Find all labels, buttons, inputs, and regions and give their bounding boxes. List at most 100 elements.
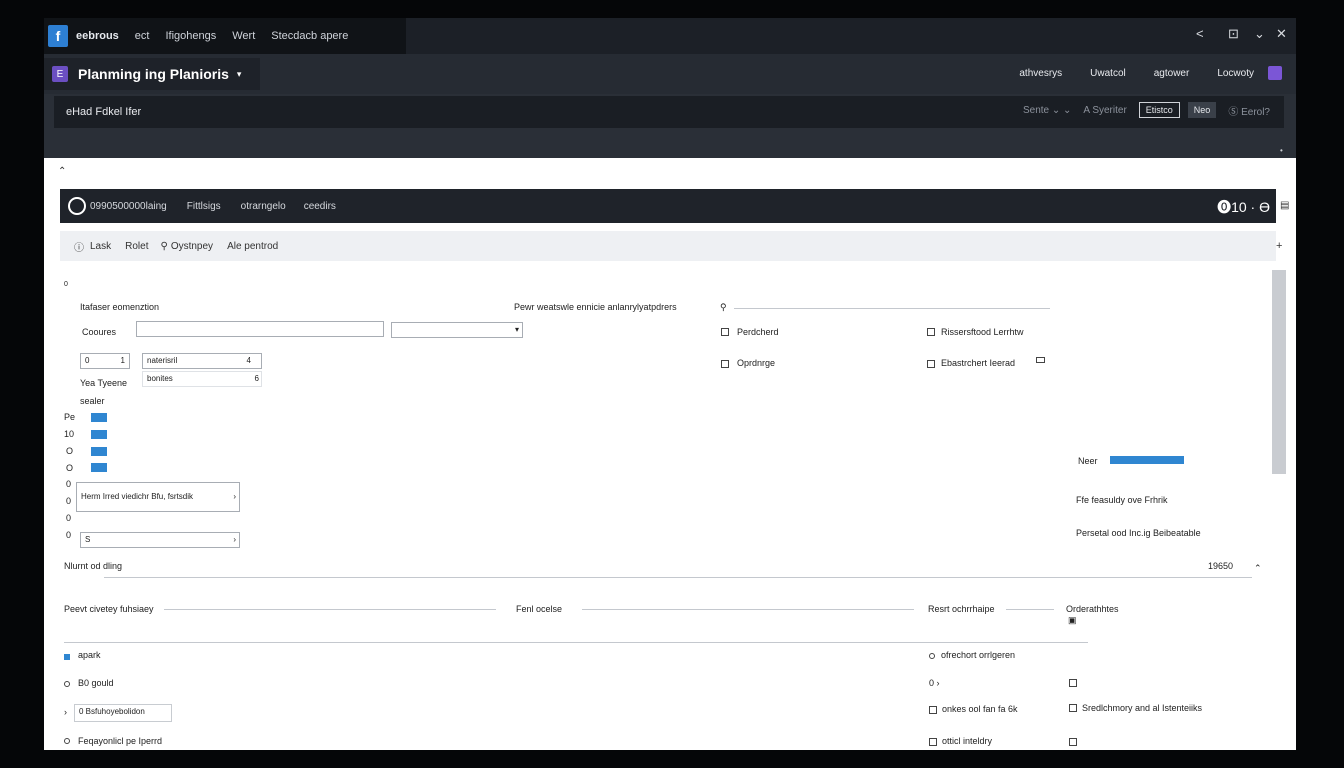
checkbox[interactable] xyxy=(929,738,937,746)
radio[interactable] xyxy=(64,738,70,744)
checkbox[interactable] xyxy=(721,360,729,368)
tab-wert[interactable]: Wert xyxy=(232,30,255,42)
checkbox[interactable] xyxy=(927,360,935,368)
tool-pentrod[interactable]: Ale pentrod xyxy=(227,241,278,252)
list-item: Sredlchmory and al Istenteiiks xyxy=(1082,703,1203,713)
divider xyxy=(734,308,1050,309)
counter-badge[interactable]: ⓿10 · Ɵ xyxy=(1217,197,1270,217)
chevron-down-icon[interactable]: ⌄ xyxy=(1254,26,1265,42)
divider xyxy=(582,609,914,610)
ye-label: Yea Tyeene xyxy=(80,378,128,388)
screen: f eebrous ect Ifigohengs Wert Stecdacb a… xyxy=(0,0,1344,768)
divider xyxy=(64,642,1088,643)
sub-header: eHad Fdkel Ifer Sente ⌄ ⌄ A Syeriter Eti… xyxy=(54,96,1284,128)
number-input[interactable]: 01 xyxy=(80,353,130,369)
tool-lask[interactable]: Lask xyxy=(90,241,111,252)
combo-input[interactable]: bonites 6 xyxy=(142,371,262,387)
radio[interactable] xyxy=(64,681,70,687)
project-bar: E Planming ing Planioris ▾ athvesrys Uwa… xyxy=(44,54,1296,94)
user-avatar-icon[interactable] xyxy=(1268,66,1282,80)
select-caret-icon: › xyxy=(233,492,236,501)
list-item: onkes ool fan fa 6k xyxy=(942,704,1018,714)
list-item: otticl inteldry xyxy=(942,736,993,746)
nav-link-uwatcol[interactable]: Uwatcol xyxy=(1090,68,1126,79)
row-label-2: O xyxy=(66,446,74,456)
close-icon[interactable]: ✕ xyxy=(1276,26,1287,42)
nav-link-agtower[interactable]: agtower xyxy=(1154,68,1190,79)
expand-up-icon[interactable]: ⌃ xyxy=(1254,563,1262,574)
add-icon[interactable]: + xyxy=(1276,240,1282,252)
db-item-fittlsigs[interactable]: Fittlsigs xyxy=(187,201,221,212)
tab-stecdacb[interactable]: Stecdacb apere xyxy=(271,30,348,42)
list-item-input[interactable]: 0 Bsfuhoyebolidon xyxy=(74,704,172,722)
restore-icon[interactable]: ⊡ xyxy=(1228,26,1239,42)
select-caret-icon: ▾ xyxy=(514,325,519,334)
collapse-up-icon[interactable]: ⌃ xyxy=(58,166,66,177)
panel-toggle-icon[interactable]: ▤ xyxy=(1280,200,1289,211)
neo-button[interactable]: Neo xyxy=(1187,102,1217,118)
project-selector[interactable]: E Planming ing Planioris ▾ xyxy=(44,58,260,90)
numeral-input[interactable]: naterisril 4 xyxy=(142,353,262,369)
checkbox[interactable] xyxy=(927,328,935,336)
divider xyxy=(164,609,496,610)
radio[interactable] xyxy=(929,653,935,659)
courses-select[interactable]: ▾ xyxy=(391,322,523,338)
app-logo-icon: f xyxy=(48,25,68,47)
list-item: 0 Bsfuhoyebolidon xyxy=(79,707,145,716)
db-item-otrarngelo[interactable]: otrarngelo xyxy=(241,201,286,212)
filter-icon: ⚲ xyxy=(720,302,727,312)
checkbox[interactable] xyxy=(929,706,937,714)
courses-input[interactable] xyxy=(136,321,384,337)
project-icon: E xyxy=(52,66,68,82)
column-header: Resrt ochrrhaipe xyxy=(928,604,995,614)
nav-link-locwoty[interactable]: Locwoty xyxy=(1217,68,1254,79)
tab-ifigohengs[interactable]: Ifigohengs xyxy=(165,30,216,42)
tab-ect[interactable]: ect xyxy=(135,30,150,42)
tool-rolet[interactable]: Rolet xyxy=(125,241,148,252)
checkbox[interactable] xyxy=(721,328,729,336)
app-window: f eebrous ect Ifigohengs Wert Stecdacb a… xyxy=(44,18,1296,750)
list-item: B0 gould xyxy=(78,678,114,688)
small-select[interactable]: S › xyxy=(80,532,240,548)
list-item: ofrechort orrlgeren xyxy=(941,650,1016,660)
footer-value: 19650 xyxy=(1208,561,1234,571)
column-header: Peevt civetey fuhsiaey xyxy=(64,604,154,614)
scrollbar[interactable] xyxy=(1272,270,1286,474)
small-box-icon[interactable] xyxy=(1036,357,1045,363)
dot-indicator-icon: • xyxy=(1280,146,1283,155)
progress-label: Neer xyxy=(1078,456,1098,466)
tag-chip[interactable] xyxy=(91,430,107,439)
main-content: ⌃ 0990500000laing Fittlsigs otrarngelo c… xyxy=(44,158,1296,750)
row-label-3: O xyxy=(66,463,74,473)
search-icon: ⚲ xyxy=(160,240,168,252)
checkbox[interactable] xyxy=(1069,704,1077,712)
calendar-icon[interactable]: ▣ xyxy=(1068,615,1077,626)
db-item-ceedirs[interactable]: ceedirs xyxy=(304,201,336,212)
syeriter-link[interactable]: A Syeriter xyxy=(1083,105,1126,116)
column-header: Orderathhtes xyxy=(1066,604,1119,614)
tool-oystnpey[interactable]: Oystnpey xyxy=(171,241,213,252)
sente-dropdown[interactable]: Sente ⌄ ⌄ xyxy=(1023,105,1071,116)
option-label: Oprdnrge xyxy=(737,358,776,368)
tag-chip[interactable] xyxy=(91,447,107,456)
action-toolbar: ⓘ Lask Rolet ⚲ Oystnpey Ale pentrod xyxy=(60,231,1276,261)
detail-select[interactable]: Herm Irred viedichr Bfu, fsrtsdik › xyxy=(76,482,240,512)
eerol-link[interactable]: Ⓢ Eerol? xyxy=(1228,103,1270,118)
back-icon[interactable]: < xyxy=(1196,26,1204,41)
divider xyxy=(104,577,1252,578)
etistco-button[interactable]: Etistco xyxy=(1138,102,1180,118)
row-label-1: 10 xyxy=(64,429,75,439)
tab-strip: f eebrous ect Ifigohengs Wert Stecdacb a… xyxy=(44,18,406,54)
tag-chip[interactable] xyxy=(91,413,107,422)
chevron-right-icon[interactable]: › xyxy=(64,707,67,717)
db-item-0[interactable]: 0990500000laing xyxy=(90,201,167,212)
checkbox[interactable] xyxy=(1069,679,1077,687)
checkbox[interactable] xyxy=(1069,738,1077,746)
project-nav: athvesrys Uwatcol agtower Locwoty xyxy=(991,66,1282,80)
list-item: Feqayonlicl pe Iperrd xyxy=(78,736,163,746)
tag-chip[interactable] xyxy=(91,463,107,472)
scroll-down-icon[interactable]: ▾ xyxy=(1276,748,1281,750)
small-select-value: S xyxy=(85,535,91,544)
nav-link-athvesrys[interactable]: athvesrys xyxy=(1019,68,1062,79)
option-label: Ebastrchert Ieerad xyxy=(941,358,1016,368)
